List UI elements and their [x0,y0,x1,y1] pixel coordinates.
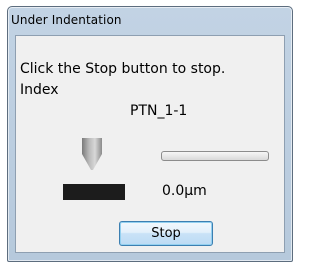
title-bar[interactable]: Under Indentation [8,7,292,35]
indenter-tip-icon [63,138,125,200]
indentation-progress-bar [161,151,269,161]
instruction-text: Click the Stop button to stop. [20,61,226,77]
depth-readout: 0.0μm [162,183,207,199]
index-label: Index [20,82,59,98]
window-title: Under Indentation [11,13,122,27]
index-value: PTN_1-1 [130,103,188,119]
stop-button[interactable]: Stop [119,221,213,246]
